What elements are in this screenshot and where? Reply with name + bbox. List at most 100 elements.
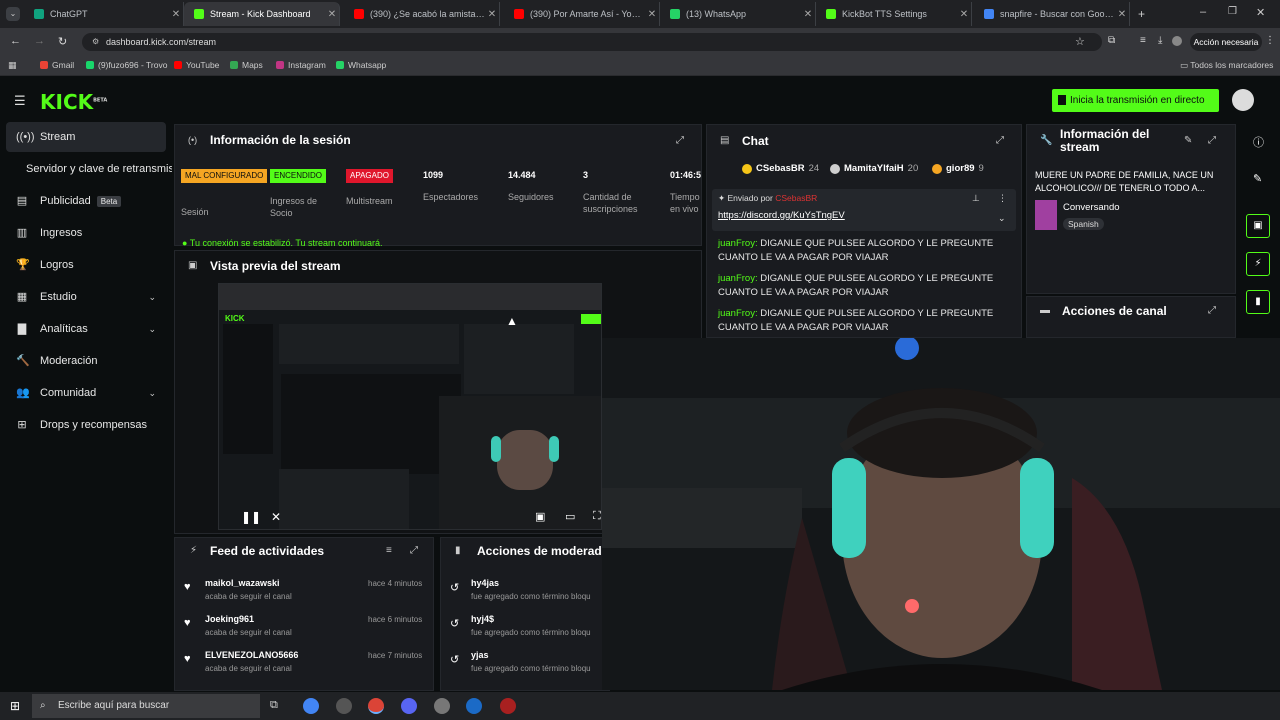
sidebar-item-7[interactable]: 🔨 Moderación: [6, 346, 166, 376]
bookmark-1[interactable]: (9)fuzo696 - Trovo: [86, 60, 167, 70]
stat-value-6: 01:46:5: [670, 170, 702, 180]
forward-icon[interactable]: →: [34, 35, 45, 47]
filter-icon[interactable]: ≡: [386, 545, 392, 556]
fullscreen-icon[interactable]: ⛶: [593, 510, 601, 523]
pinned-menu-icon[interactable]: ⋮: [998, 193, 1007, 204]
expand-icon[interactable]: ⤢: [676, 135, 684, 146]
chrome-active-icon[interactable]: [368, 698, 384, 714]
all-bookmarks-link[interactable]: ▭ Todos los marcadores: [1180, 60, 1273, 71]
sidebar-item-0[interactable]: ((•)) Stream: [6, 122, 166, 152]
tab-close-icon[interactable]: ✕: [485, 9, 499, 20]
channel-actions-expand-icon[interactable]: ⤢: [1208, 305, 1216, 316]
taskbar-search-input[interactable]: Escribe aquí para buscar: [32, 694, 260, 718]
site-info-icon[interactable]: ⚙: [92, 37, 99, 46]
sidebar-item-5[interactable]: ▦ Estudio ⌄: [6, 282, 166, 312]
nested-face: [497, 430, 553, 490]
sidebar-item-4[interactable]: 🏆 Logros: [6, 250, 166, 280]
preview-icon: ▣: [188, 260, 198, 271]
stream-preview-video[interactable]: KICK ❚❚ ✕ ▣ ▭ ⛶: [218, 283, 602, 530]
tab-close-icon[interactable]: ✕: [1115, 9, 1129, 20]
minimize-icon[interactable]: –: [1200, 6, 1206, 18]
tab-1[interactable]: Stream - Kick Dashboard ✕: [184, 2, 340, 26]
tab-close-icon[interactable]: ✕: [169, 9, 183, 20]
tab-3[interactable]: (390) Por Amarte Así - YouTube ✕: [504, 2, 660, 26]
tab-close-icon[interactable]: ✕: [957, 9, 971, 20]
tab-4[interactable]: (13) WhatsApp ✕: [660, 2, 816, 26]
beta-badge: Beta: [96, 195, 122, 207]
new-tab-icon[interactable]: +: [1138, 7, 1145, 21]
media-icon[interactable]: ≡: [1140, 35, 1146, 46]
maximize-icon[interactable]: ❐: [1228, 6, 1237, 17]
user-avatar[interactable]: [1232, 89, 1254, 111]
chrome-icon[interactable]: [303, 698, 319, 714]
rail-clip-button[interactable]: ▣: [1246, 214, 1270, 238]
tab-5[interactable]: KickBot TTS Settings ✕: [816, 2, 972, 26]
reload-icon[interactable]: ↻: [58, 35, 67, 48]
profile-avatar[interactable]: [1172, 36, 1182, 46]
broadcast-icon: (•): [188, 135, 198, 145]
kick-logo[interactable]: KICKBETA: [40, 90, 107, 114]
steam-icon[interactable]: [466, 698, 482, 714]
discord-icon[interactable]: [401, 698, 417, 714]
extensions-icon[interactable]: ⧉: [1108, 35, 1115, 46]
info-icon[interactable]: ⓘ: [1253, 134, 1264, 150]
bookmark-2[interactable]: YouTube: [174, 60, 219, 70]
mod-row: ↺ hy4jas fue agregado como término bloqu: [450, 578, 591, 601]
taskbar-search-icon: ⌕: [40, 700, 46, 711]
sidebar-item-8[interactable]: 👥 Comunidad ⌄: [6, 378, 166, 408]
sidebar-item-2[interactable]: ▤ Publicidad Beta: [6, 186, 166, 216]
mute-icon[interactable]: ✕: [271, 510, 281, 524]
edit-icon[interactable]: ✎: [1184, 135, 1192, 146]
sidebar-item-3[interactable]: ▥ Ingresos: [6, 218, 166, 248]
pip-icon[interactable]: ▣: [535, 510, 545, 523]
rail-shield-button[interactable]: ▮: [1246, 290, 1270, 314]
sidebar-item-1[interactable]: Servidor y clave de retransmisión: [6, 154, 172, 184]
rail-bolt-button[interactable]: ⚡: [1246, 252, 1270, 276]
feed-expand-icon[interactable]: ⤢: [410, 545, 418, 556]
app-icon[interactable]: [434, 698, 450, 714]
stat-value-4: 14.484: [508, 170, 536, 180]
rail-edit-icon[interactable]: ✎: [1253, 172, 1262, 185]
unpin-icon[interactable]: ⊥: [972, 193, 980, 204]
heart-icon: ♥: [184, 581, 191, 593]
pinned-link[interactable]: https://discord.gg/KuYsTngEV: [718, 210, 845, 221]
pause-icon[interactable]: ❚❚: [241, 510, 261, 524]
action-needed-button[interactable]: Acción necesaria: [1190, 33, 1262, 51]
chat-message: juanFroy: DIGANLE QUE PULSEE ALGORDO Y L…: [718, 273, 994, 298]
bookmark-0[interactable]: Gmail: [40, 60, 74, 70]
bookmark-4[interactable]: Instagram: [276, 60, 326, 70]
nested-session-panel: [279, 324, 459, 364]
go-live-button[interactable]: Inicia la transmisión en directo: [1052, 89, 1219, 112]
stream-info-expand-icon[interactable]: ⤢: [1208, 135, 1216, 146]
tab-close-icon[interactable]: ✕: [645, 9, 659, 20]
tab-close-icon[interactable]: ✕: [325, 9, 339, 20]
bookmark-5[interactable]: Whatsapp: [336, 60, 386, 70]
url-input[interactable]: dashboard.kick.com/stream: [82, 33, 1102, 51]
tab-0[interactable]: ChatGPT ✕: [24, 2, 184, 26]
sidebar-item-6[interactable]: ▇ Analíticas ⌄: [6, 314, 166, 344]
tab-favicon-icon: [34, 9, 44, 19]
history-icon: ↺: [450, 582, 460, 594]
sidebar-icon: 🏆: [16, 259, 30, 271]
bookmark-star-icon[interactable]: ☆: [1075, 35, 1085, 48]
bookmark-3[interactable]: Maps: [230, 60, 263, 70]
apps-grid-icon[interactable]: ▦: [8, 60, 17, 71]
dota-icon[interactable]: [500, 698, 516, 714]
windows-start-icon[interactable]: ⊞: [10, 699, 20, 713]
download-icon[interactable]: ⤓: [1158, 35, 1162, 46]
category-thumbnail: [1035, 200, 1057, 230]
theater-icon[interactable]: ▭: [565, 510, 575, 523]
tab-6[interactable]: snapfire - Buscar con Google ✕: [974, 2, 1130, 26]
tab-close-icon[interactable]: ✕: [801, 9, 815, 20]
sidebar-item-9[interactable]: ⊞ Drops y recompensas: [6, 410, 166, 440]
pinned-chevron-icon[interactable]: ⌄: [998, 213, 1006, 224]
close-window-icon[interactable]: ✕: [1256, 6, 1265, 19]
hamburger-menu-icon[interactable]: ☰: [14, 93, 26, 109]
tab-2[interactable]: (390) ¿Se acabó la amistad? Kir ✕: [344, 2, 500, 26]
back-icon[interactable]: ←: [10, 35, 21, 47]
chat-expand-icon[interactable]: ⤢: [996, 135, 1004, 146]
obs-icon[interactable]: [336, 698, 352, 714]
browser-menu-icon[interactable]: ⋮: [1265, 35, 1275, 46]
tab-search-icon[interactable]: ⌄: [6, 7, 20, 21]
task-view-icon[interactable]: ⧉: [270, 699, 278, 712]
